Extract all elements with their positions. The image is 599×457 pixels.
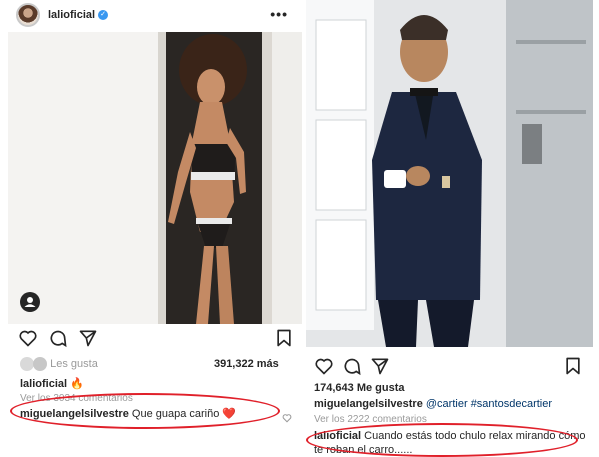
caption-hashtag[interactable]: #santosdecartier: [471, 398, 552, 410]
post-username[interactable]: lalioficial: [48, 9, 95, 21]
view-comments-link[interactable]: Ver los 2222 comentarios: [314, 414, 427, 425]
photo-illustration: [306, 0, 593, 347]
comment: lalioficial Cuando estás todo chulo rela…: [314, 430, 586, 442]
comment-icon[interactable]: [342, 356, 362, 376]
avatar: [33, 357, 48, 371]
caption-mention[interactable]: @cartier: [426, 398, 468, 410]
post-caption: lalioficial 🔥: [20, 377, 84, 390]
heart-icon[interactable]: [314, 356, 334, 376]
verified-badge-icon: ✓: [98, 10, 109, 20]
post-actions: [8, 328, 302, 352]
user-tag-icon[interactable]: [20, 292, 40, 312]
heart-icon[interactable]: [18, 328, 38, 348]
likes-count: 391,322 más: [213, 357, 279, 370]
bookmark-icon[interactable]: [274, 328, 294, 348]
comment-username[interactable]: lalioficial: [314, 430, 361, 442]
caption-username[interactable]: miguelangelsilvestre: [314, 398, 423, 410]
post-header: lalioficial ✓ •••: [8, 0, 302, 30]
likes-line[interactable]: Les gusta 391,322 más: [20, 357, 279, 371]
post-photo[interactable]: [306, 0, 593, 347]
avatar[interactable]: [16, 3, 40, 27]
comment-username[interactable]: miguelangelsilvestre: [20, 408, 129, 420]
photo-illustration: [8, 32, 302, 324]
view-comments-link[interactable]: Ver los 3034 comentarios: [20, 393, 133, 404]
comment-like-icon[interactable]: [282, 410, 292, 423]
comment-text: Cuando estás todo chulo relax mirando có…: [364, 430, 586, 442]
post-photo[interactable]: [8, 32, 302, 324]
right-instagram-post: 174,643 Me gusta miguelangelsilvestre @c…: [306, 0, 593, 457]
likes-count[interactable]: 174,643 Me gusta: [314, 382, 405, 394]
comment-text: Que guapa cariño: [131, 408, 220, 420]
share-icon[interactable]: [78, 328, 98, 348]
fire-emoji: 🔥: [70, 378, 84, 390]
comment: miguelangelsilvestre Que guapa cariño ❤️: [20, 407, 236, 420]
post-actions: [306, 356, 593, 380]
bookmark-icon[interactable]: [563, 356, 583, 376]
left-instagram-post: lalioficial ✓ ••• Les gusta 391,322 más …: [8, 0, 302, 457]
post-caption: miguelangelsilvestre @cartier #santosdec…: [314, 398, 552, 410]
comment-text-continued: te roban el carro......: [314, 444, 413, 456]
caption-username[interactable]: lalioficial: [20, 378, 67, 390]
share-icon[interactable]: [370, 356, 390, 376]
heart-emoji: ❤️: [222, 408, 237, 420]
more-options-icon[interactable]: •••: [270, 6, 288, 22]
likes-prefix: Les gusta: [50, 357, 98, 370]
avatar: [20, 357, 34, 371]
comment-icon[interactable]: [48, 328, 68, 348]
